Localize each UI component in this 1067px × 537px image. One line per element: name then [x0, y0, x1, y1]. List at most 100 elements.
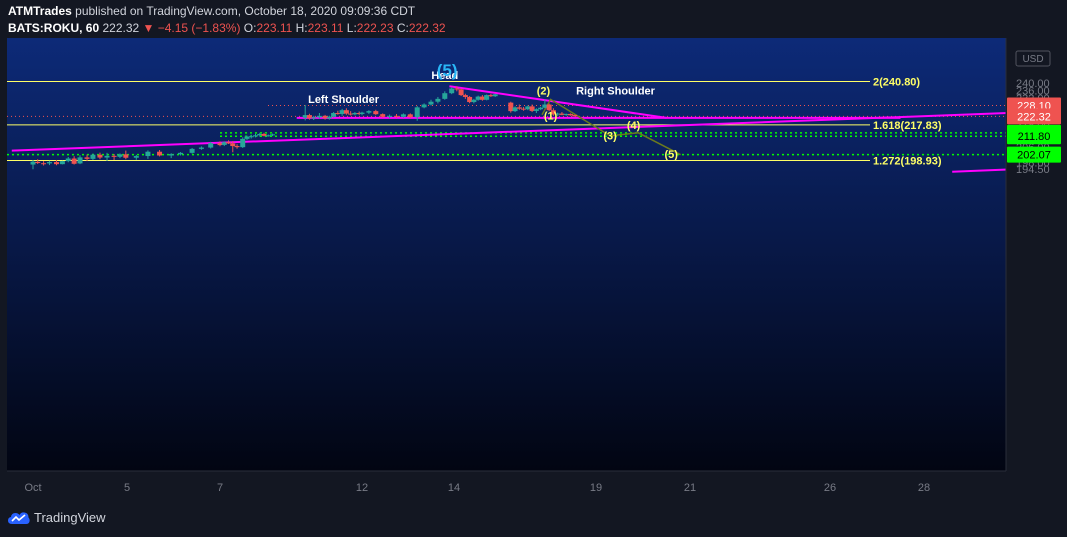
low-value: 222.23: [356, 21, 394, 35]
candle-body: [366, 111, 372, 113]
chart-header: ATMTrades published on TradingView.com, …: [0, 0, 1067, 38]
wave-label: (1): [544, 111, 558, 123]
candle-body: [253, 135, 258, 137]
open-label: O:: [243, 21, 257, 35]
footer: TradingView: [0, 502, 1067, 537]
candle-body: [542, 104, 548, 108]
price-tag-text-support-20207: 202.07: [1017, 150, 1051, 162]
candle-body: [234, 146, 240, 148]
candle-body: [559, 113, 565, 115]
price-chart[interactable]: 2(240.80)1.618(217.83)1.272(198.93) Head…: [0, 0, 1067, 502]
candle-body: [145, 151, 151, 157]
candle[interactable]: [59, 160, 65, 165]
candle-body: [306, 115, 312, 119]
candle-body: [59, 161, 65, 165]
candle-body: [387, 115, 393, 117]
candle-body: [462, 95, 468, 97]
y-tick-label: 240.00: [1016, 78, 1050, 90]
candle-body: [475, 96, 481, 100]
candle-body: [335, 113, 341, 115]
candle[interactable]: [572, 114, 578, 117]
candle-body: [189, 148, 195, 153]
candle-body: [373, 111, 379, 115]
price-change: ▼ −4.15 (−1.83%): [142, 21, 241, 35]
wave-label-big: (5): [437, 61, 458, 80]
candle-body: [343, 110, 349, 114]
candle-body: [30, 161, 36, 165]
candle-body: [257, 133, 263, 136]
x-tick-label: 28: [918, 482, 930, 494]
wave-label: (4): [627, 120, 641, 132]
candle-body: [492, 94, 498, 97]
close-value: 222.32: [408, 21, 446, 35]
candle-body: [208, 143, 214, 148]
candle-body: [97, 154, 103, 158]
pattern-label: Left Shoulder: [308, 94, 380, 106]
symbol-name[interactable]: BATS:ROKU, 60: [8, 21, 99, 35]
level-label-fib-2: 2(240.80): [873, 76, 920, 88]
candle-body: [529, 106, 535, 111]
candle-body: [302, 115, 308, 118]
candle-body: [157, 151, 163, 156]
candle-body: [217, 143, 223, 146]
wave-label: (2): [537, 86, 551, 98]
candle-body: [414, 107, 420, 118]
candle[interactable]: [508, 101, 514, 113]
symbol-info: BATS:ROKU, 60 222.32 ▼ −4.15 (−1.83%) O:…: [8, 21, 446, 35]
candle-body: [567, 113, 573, 116]
candle-body: [467, 96, 473, 103]
price-tag-text-last-price: 222.32: [1017, 111, 1051, 123]
candle-body: [533, 109, 539, 111]
candle-body: [133, 156, 139, 158]
candle-body: [311, 117, 317, 119]
candle[interactable]: [484, 94, 490, 101]
price-tag-text-support-21180: 211.80: [1018, 131, 1051, 143]
candle-body: [546, 104, 552, 111]
candle-body: [240, 138, 246, 148]
publish-info: ATMTrades published on TradingView.com, …: [8, 4, 415, 18]
last-price: 222.32: [102, 21, 140, 35]
candle-body: [41, 163, 47, 165]
candle-body: [123, 154, 129, 158]
candle-body: [352, 113, 358, 115]
open-value: 223.11: [256, 21, 293, 35]
candle-body: [117, 154, 123, 157]
currency-label: USD: [1022, 54, 1043, 65]
candle-body: [572, 114, 578, 117]
candle-body: [46, 162, 52, 164]
x-tick-label: 7: [217, 482, 223, 494]
tradingview-brand: TradingView: [34, 510, 106, 525]
wave-label: (3): [603, 131, 617, 143]
candle-body: [479, 96, 485, 100]
candle[interactable]: [240, 137, 246, 148]
candle-body: [339, 110, 345, 114]
x-tick-label: 5: [124, 482, 130, 494]
candle-body: [35, 161, 41, 164]
candle-body: [65, 158, 71, 162]
pattern-label: Right Shoulder: [576, 86, 656, 98]
tradingview-logo[interactable]: TradingView: [8, 510, 106, 525]
candle-body: [54, 162, 59, 165]
candle-body: [458, 89, 464, 96]
x-tick-label: 19: [590, 482, 602, 494]
candle-body: [348, 113, 354, 115]
time-axis-background[interactable]: [7, 471, 1006, 502]
candle-body: [428, 101, 434, 105]
publisher-name[interactable]: ATMTrades: [8, 4, 72, 18]
candle-body: [270, 134, 276, 136]
candle[interactable]: [458, 88, 464, 97]
x-tick-label: 14: [448, 482, 460, 494]
tradingview-cloud-icon: [8, 511, 30, 524]
candle-body: [248, 136, 254, 138]
level-label-fib-1272: 1.272(198.93): [873, 156, 942, 168]
candle-body: [168, 154, 174, 156]
candle-body: [77, 157, 83, 164]
candle-body: [261, 133, 267, 136]
candle-body: [484, 95, 490, 100]
plot-background: [7, 38, 1006, 471]
candle-body: [538, 107, 544, 110]
candle-body: [449, 88, 455, 94]
candle-body: [331, 113, 337, 117]
candle-body: [407, 114, 413, 118]
candle-body: [230, 143, 236, 147]
